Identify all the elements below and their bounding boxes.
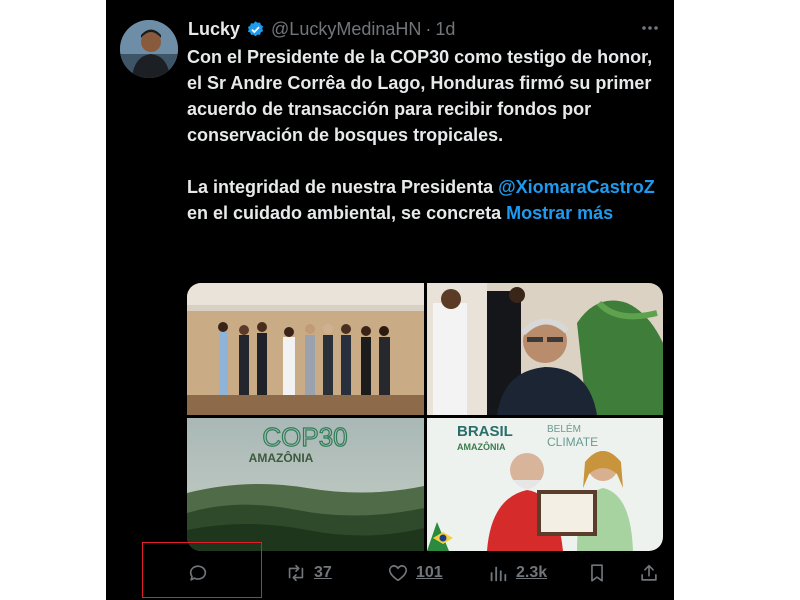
share-button[interactable] [638, 558, 660, 588]
bookmark-icon [591, 564, 603, 582]
author-handle[interactable]: @LuckyMedinaHN [271, 19, 421, 40]
bookmark-button[interactable] [586, 558, 608, 588]
like-button[interactable]: 101 [387, 558, 443, 588]
media-photo-3[interactable]: COP30 AMAZÔNIA [187, 418, 424, 551]
share-icon [641, 564, 657, 581]
reply-icon [189, 565, 207, 581]
show-more-link[interactable]: Mostrar más [506, 203, 613, 223]
avatar[interactable] [120, 20, 178, 78]
amazonia-logo-text-2: AMAZÔNIA [457, 441, 506, 452]
brasil-logo-text: BRASIL [457, 423, 513, 440]
media-grid: COP30 AMAZÔNIA BRASIL AMAZÔNIA BELÉM CLI… [187, 283, 663, 551]
media-photo-1[interactable] [187, 283, 424, 415]
retweet-count: 37 [314, 564, 332, 581]
climate-text: CLIMATE [547, 435, 598, 449]
retweet-icon [288, 564, 304, 582]
views-count: 2.3k [516, 564, 548, 581]
tweet-paragraph-1: Con el Presidente de la COP30 como testi… [187, 47, 653, 145]
author-name[interactable]: Lucky [188, 19, 240, 40]
amazonia-logo-text: AMAZÔNIA [249, 450, 314, 465]
paragraph2-text-end: en el cuidado ambiental, se concreta [187, 203, 507, 223]
tweet-card[interactable]: Lucky @LuckyMedinaHN · 1d Con el Preside… [106, 0, 674, 600]
views-chart-icon [490, 566, 507, 582]
tweet-text: Con el Presidente de la COP30 como testi… [187, 44, 657, 226]
tweet-header: Lucky @LuckyMedinaHN · 1d [188, 16, 674, 42]
verified-badge-icon [246, 20, 265, 39]
media-photo-4[interactable]: BRASIL AMAZÔNIA BELÉM CLIMATE [427, 418, 663, 551]
media-photo-2[interactable] [427, 283, 663, 415]
retweet-button[interactable]: 37 [285, 558, 332, 588]
more-options-icon[interactable] [640, 18, 660, 38]
heart-icon [388, 565, 408, 582]
tweet-paragraph-2: La integridad de nuestra Presidenta @Xio… [187, 174, 657, 226]
like-count: 101 [416, 564, 443, 581]
mention-link[interactable]: @XiomaraCastroZ [498, 177, 655, 197]
tweet-actions: 37 101 2.3k [106, 558, 674, 588]
cop30-logo-text: COP30 [262, 422, 347, 452]
separator-dot: · [425, 18, 432, 39]
belem-text: BELÉM [547, 422, 581, 435]
timestamp[interactable]: 1d [435, 19, 455, 40]
views-button[interactable]: 2.3k [487, 558, 547, 588]
reply-button[interactable] [187, 558, 209, 588]
paragraph2-text-start: La integridad de nuestra Presidenta [187, 177, 499, 197]
